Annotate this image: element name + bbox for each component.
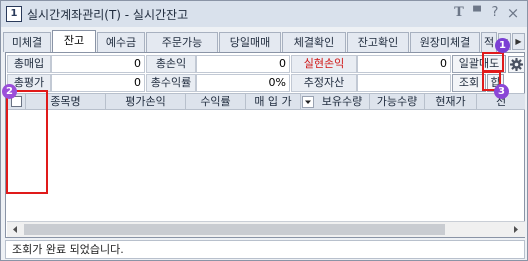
topmost-button[interactable]: T — [451, 5, 467, 21]
highlight-settings — [482, 52, 504, 72]
total-return-label: 총수익률 — [146, 74, 196, 92]
tab-ledger-unfilled[interactable]: 원장미체결 — [410, 32, 480, 52]
close-button[interactable]: × — [505, 5, 521, 21]
chevron-down-glyph — [305, 100, 311, 104]
total-buy-value: 0 — [51, 55, 145, 73]
scroll-right-glyph — [514, 226, 518, 233]
column-eval-pl[interactable]: 평가손익 — [106, 94, 186, 110]
est-asset-label: 추정자산 — [291, 74, 357, 92]
column-return[interactable]: 수익률 — [186, 94, 246, 110]
tab-deposit[interactable]: 예수금 — [97, 32, 145, 52]
badge-3: 3 — [494, 84, 509, 99]
realized-pl-label: 실현손익 — [291, 55, 357, 73]
gear-icon-glyph — [510, 58, 523, 71]
tab-balance[interactable]: 잔고 — [52, 30, 96, 52]
query-button[interactable]: 조회 — [452, 74, 486, 92]
chevron-right-icon[interactable]: ▶ — [512, 33, 525, 50]
help-button[interactable]: ? — [487, 5, 503, 21]
badge-2: 2 — [2, 84, 17, 99]
est-asset-value — [357, 74, 451, 92]
tab-execution-check[interactable]: 체결확인 — [282, 32, 346, 52]
minimize-button[interactable]: ▀ — [469, 5, 485, 21]
total-pl-value: 0 — [196, 55, 290, 73]
window: 1 실시간계좌관리(T) - 실시간잔고 T ▀ ? × 미체결 잔고 예수금 … — [0, 0, 528, 261]
highlight-checkbox-column — [6, 90, 48, 194]
tab-orderable[interactable]: 주문가능 — [146, 32, 218, 52]
column-held-qty[interactable]: 보유수량 — [315, 94, 370, 110]
horizontal-scrollbar[interactable] — [7, 221, 525, 237]
chevron-down-icon[interactable] — [302, 96, 314, 108]
total-eval-value: 0 — [51, 74, 145, 92]
column-current-price[interactable]: 현재가 — [425, 94, 477, 110]
scroll-left-arrow-icon[interactable] — [7, 222, 23, 237]
tab-unfilled[interactable]: 미체결 — [3, 32, 51, 52]
balance-panel: 총매입 0 총손익 0 실현손익 0 일괄매도 총평가 0 총수익률 0% 추정… — [5, 52, 525, 238]
title-bar: 1 실시간계좌관리(T) - 실시간잔고 T ▀ ? × — [1, 1, 527, 27]
column-avail-qty[interactable]: 가능수량 — [370, 94, 425, 110]
gear-icon[interactable] — [508, 56, 525, 73]
badge-1: 1 — [495, 38, 510, 53]
realized-pl-value: 0 — [357, 55, 451, 73]
total-return-value: 0% — [196, 74, 290, 92]
app-icon: 1 — [6, 6, 22, 22]
scrollbar-thumb[interactable] — [24, 224, 445, 235]
tab-daily-trade[interactable]: 당일매매 — [219, 32, 281, 52]
scroll-left-glyph — [13, 226, 17, 233]
tab-balance-check[interactable]: 잔고확인 — [347, 32, 409, 52]
column-buy-price[interactable]: 매 입 가 — [246, 94, 301, 110]
grid-header: 종목명 평가손익 수익률 매 입 가 보유수량 가능수량 현재가 전 — [7, 93, 525, 110]
total-buy-label: 총매입 — [7, 55, 51, 73]
total-pl-label: 총손익 — [146, 55, 196, 73]
window-title: 실시간계좌관리(T) - 실시간잔고 — [27, 8, 189, 22]
tab-bar: 미체결 잔고 예수금 주문가능 당일매매 체결확인 잔고확인 원장미체결 적 ◀… — [3, 30, 525, 52]
scroll-right-arrow-icon[interactable] — [508, 222, 524, 237]
status-bar: 조회가 완료 되었습니다. — [5, 240, 525, 259]
